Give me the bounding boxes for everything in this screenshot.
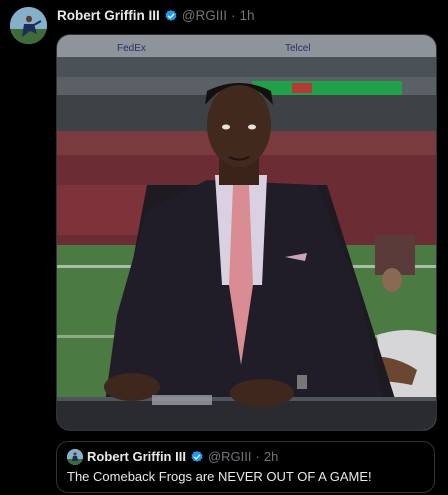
quoted-tweet-timestamp: 2h	[263, 449, 279, 464]
meta-separator: ·	[230, 8, 236, 23]
quoted-author-handle: @RGIII	[207, 449, 252, 464]
avatar[interactable]	[10, 7, 47, 44]
sign-fedex: FedEx	[117, 43, 146, 54]
tweet-timestamp[interactable]: 1h	[239, 8, 254, 24]
quoted-meta-separator: ·	[255, 449, 260, 464]
quoted-avatar	[67, 449, 83, 465]
tweet-media-video[interactable]: FedEx Telcel	[56, 34, 437, 431]
tweet-header: Robert Griffin III @RGIII · 1h	[57, 8, 255, 24]
video-frame: FedEx Telcel	[57, 35, 436, 430]
profile-photo-icon	[67, 449, 83, 465]
quoted-tweet-text: The Comeback Frogs are NEVER OUT OF A GA…	[67, 469, 372, 484]
quoted-author-name: Robert Griffin III	[87, 449, 186, 464]
quoted-tweet-header: Robert Griffin III @RGIII · 2h	[67, 449, 278, 465]
verified-badge-icon	[165, 9, 177, 21]
profile-photo-icon	[10, 7, 47, 44]
author-handle[interactable]: @RGIII	[182, 8, 227, 24]
author-name[interactable]: Robert Griffin III	[57, 8, 160, 24]
sign-telcel: Telcel	[285, 43, 311, 54]
verified-badge-icon	[191, 450, 203, 462]
quoted-tweet[interactable]: Robert Griffin III @RGIII · 2h The Comeb…	[56, 441, 435, 493]
